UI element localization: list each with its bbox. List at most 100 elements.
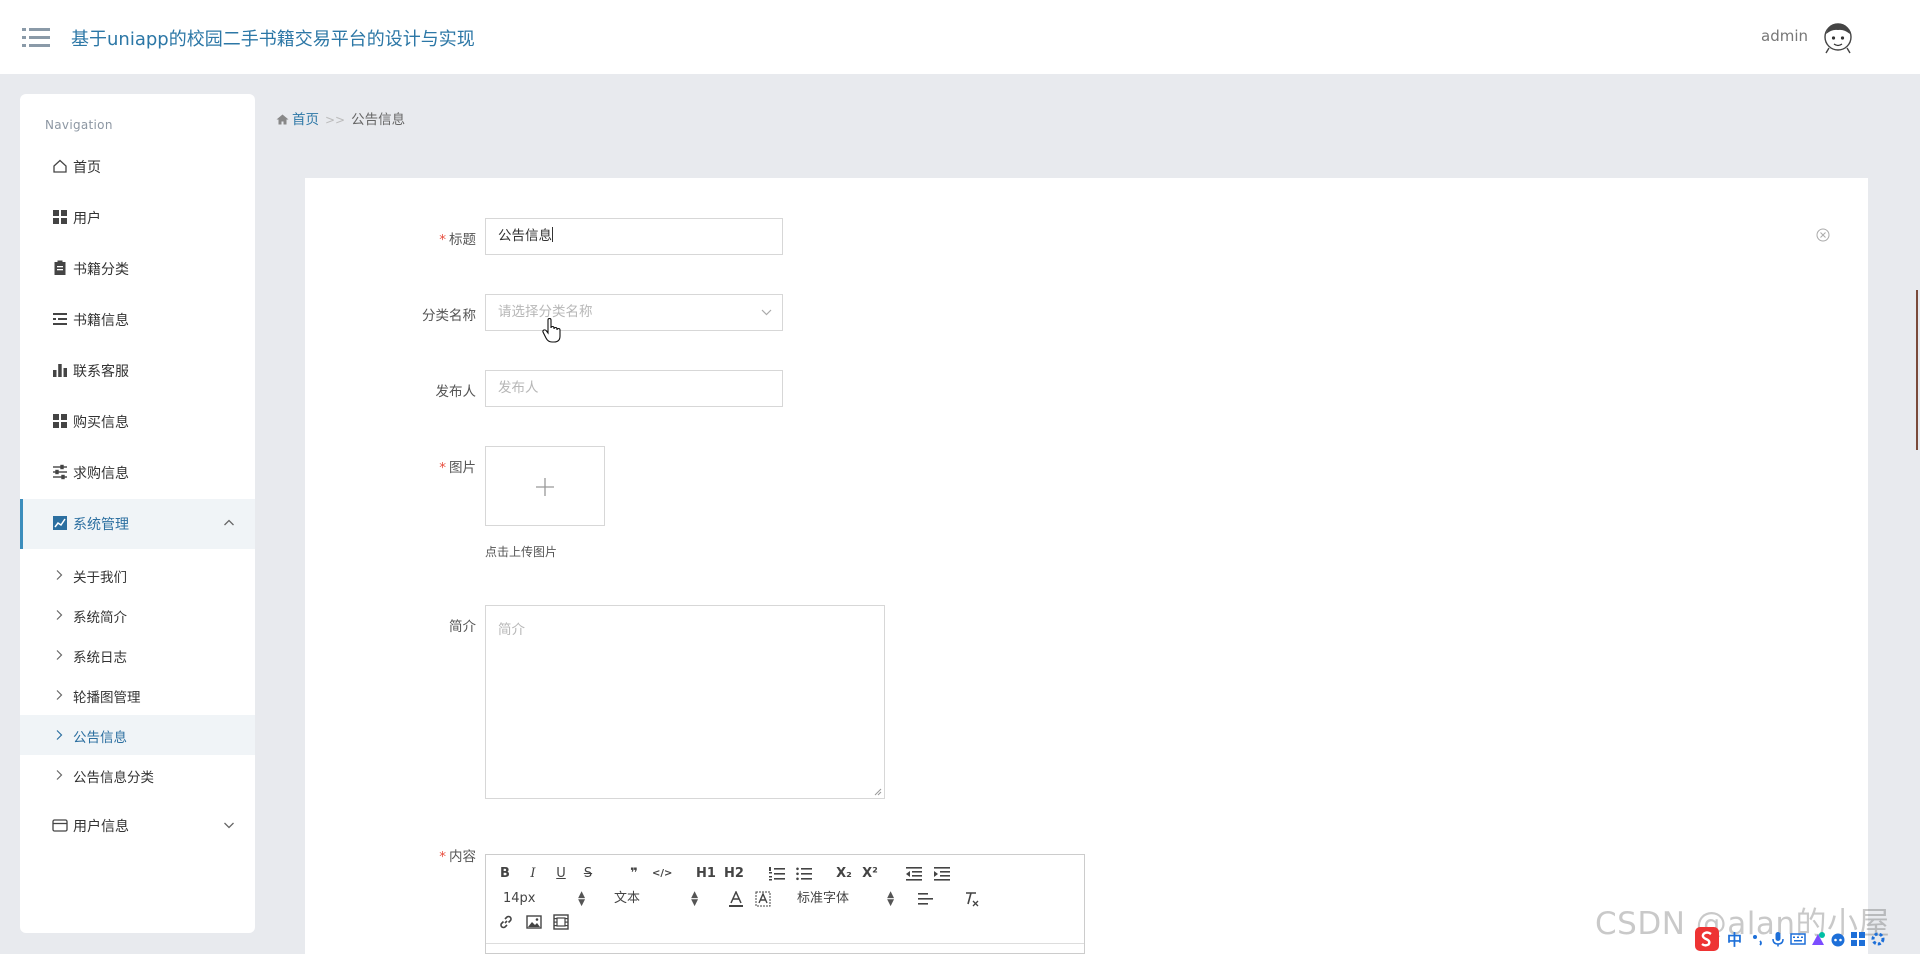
ime-chinese-mode[interactable]: 中 [1727, 929, 1742, 950]
sidebar-subitem-label: 系统简介 [73, 610, 127, 626]
breadcrumb-separator: >> [325, 113, 346, 127]
sidebar: Navigation 首页 用户 书籍分类 书籍信息 联系客服 购买信息 求购信… [20, 94, 255, 933]
sidebar-item-book-info[interactable]: 书籍信息 [20, 295, 255, 345]
sidebar-subitem-about-us[interactable]: 关于我们 [20, 555, 255, 595]
italic-button[interactable]: I [526, 864, 540, 884]
category-select[interactable]: 请选择分类名称 [485, 294, 783, 331]
sliders-icon [53, 464, 67, 480]
plus-icon [536, 478, 554, 496]
home-icon [276, 114, 289, 125]
title-input[interactable]: 公告信息 [485, 218, 783, 255]
superscript-button[interactable]: X² [860, 864, 880, 884]
indent-icon[interactable] [934, 866, 950, 882]
punctuation-icon[interactable] [1750, 931, 1766, 947]
chevron-right-icon [56, 730, 63, 740]
sidebar-subitem-label: 公告信息 [73, 730, 127, 746]
sidebar-subitem-carousel[interactable]: 轮播图管理 [20, 675, 255, 715]
clipboard-icon [54, 260, 66, 275]
video-icon[interactable] [553, 914, 569, 930]
publisher-input-placeholder: 发布人 [498, 380, 539, 396]
heading2-button[interactable]: H2 [724, 864, 744, 884]
image-icon[interactable] [526, 914, 542, 930]
up-down-icon: ▲ ▼ [887, 890, 894, 908]
sidebar-item-label: 联系客服 [73, 364, 129, 380]
font-family-value: 标准字体 [797, 891, 850, 906]
intro-textarea[interactable]: 简介 [485, 605, 885, 799]
blockquote-button[interactable]: ❞ [626, 864, 642, 884]
home-icon [53, 159, 67, 173]
keyboard-icon[interactable] [1790, 931, 1806, 947]
hand-pointer-icon [542, 318, 561, 343]
sidebar-item-label: 购买信息 [73, 415, 129, 431]
content-label: * 内容 [439, 849, 476, 865]
sidebar-subitem-system-intro[interactable]: 系统简介 [20, 595, 255, 635]
sidebar-item-want-to-buy[interactable]: 求购信息 [20, 448, 255, 498]
subscript-button[interactable]: X₂ [834, 864, 854, 884]
sidebar-item-user-info[interactable]: 用户信息 [20, 801, 255, 851]
sidebar-subitem-announcement[interactable]: 公告信息 [20, 715, 255, 755]
strikethrough-button[interactable]: S [581, 864, 595, 884]
apps-grid-icon[interactable] [1850, 931, 1866, 947]
toolbox-icon[interactable] [1830, 931, 1846, 947]
image-upload-button[interactable] [485, 446, 605, 526]
sidebar-item-users[interactable]: 用户 [20, 193, 255, 243]
title-input-value: 公告信息 [498, 228, 552, 244]
close-circle-icon[interactable] [1816, 228, 1830, 242]
font-family-select[interactable]: 标准字体 ▲ ▼ [797, 889, 894, 909]
required-mark: * [439, 849, 446, 865]
category-label: 分类名称 [422, 308, 476, 324]
font-color-icon[interactable] [728, 891, 744, 907]
bold-button[interactable]: B [498, 864, 512, 884]
rich-text-editor: B I U S ❞ </> H1 H2 X₂ X² 14px ▲ ▼ 文本 ▲ ▼ 标准… [485, 854, 1085, 954]
line-chart-icon [53, 516, 67, 530]
sidebar-subitem-system-log[interactable]: 系统日志 [20, 635, 255, 675]
link-icon[interactable] [498, 914, 514, 930]
paragraph-format-value: 文本 [614, 891, 641, 906]
sogou-ime-icon[interactable] [1695, 927, 1719, 951]
sidebar-item-home[interactable]: 首页 [20, 142, 255, 192]
background-color-icon[interactable] [755, 891, 771, 907]
sidebar-item-label: 求购信息 [73, 466, 129, 482]
breadcrumb-current: 公告信息 [351, 112, 406, 128]
chevron-right-icon [56, 570, 63, 580]
sidebar-item-purchase-info[interactable]: 购买信息 [20, 397, 255, 447]
sidebar-item-label: 用户信息 [73, 819, 129, 835]
bar-chart-icon [53, 364, 67, 377]
microphone-icon[interactable] [1770, 931, 1786, 947]
ordered-list-icon[interactable] [769, 866, 785, 882]
chevron-right-icon [56, 770, 63, 780]
resize-grip-icon[interactable] [874, 788, 882, 796]
publisher-input[interactable]: 发布人 [485, 370, 783, 407]
sidebar-item-label: 书籍信息 [73, 313, 129, 329]
up-down-icon: ▲ ▼ [691, 890, 698, 908]
skin-icon[interactable] [1810, 931, 1826, 947]
window-edge-strip [1916, 290, 1918, 450]
system-tray: 中 [1695, 925, 1920, 953]
sidebar-item-book-category[interactable]: 书籍分类 [20, 244, 255, 294]
sidebar-item-label: 系统管理 [73, 517, 129, 533]
sidebar-item-system-management[interactable]: 系统管理 [20, 499, 255, 549]
code-block-button[interactable]: </> [652, 864, 672, 884]
breadcrumb-home-link[interactable]: 首页 [292, 112, 319, 128]
heading1-button[interactable]: H1 [696, 864, 716, 884]
list-icon [53, 313, 67, 325]
chevron-right-icon [56, 610, 63, 620]
breadcrumb: 首页 >> 公告信息 [276, 108, 405, 128]
sidebar-item-label: 书籍分类 [73, 262, 129, 278]
sidebar-subitem-label: 轮播图管理 [73, 690, 141, 706]
nav-heading: Navigation [45, 118, 113, 132]
font-size-select[interactable]: 14px ▲ ▼ [503, 889, 585, 909]
paragraph-format-select[interactable]: 文本 ▲ ▼ [614, 889, 698, 909]
bullet-list-icon[interactable] [796, 866, 812, 882]
avatar[interactable] [1822, 20, 1854, 54]
underline-button[interactable]: U [554, 864, 568, 884]
outdent-icon[interactable] [906, 866, 922, 882]
chevron-down-icon [761, 309, 772, 316]
menu-toggle-icon[interactable] [22, 26, 50, 48]
settings-icon[interactable] [1870, 931, 1886, 947]
align-left-icon[interactable] [918, 891, 934, 907]
clear-format-icon[interactable] [964, 891, 980, 907]
sidebar-subitem-announcement-category[interactable]: 公告信息分类 [20, 755, 255, 795]
sidebar-item-contact-service[interactable]: 联系客服 [20, 346, 255, 396]
user-name[interactable]: admin [1761, 27, 1808, 45]
